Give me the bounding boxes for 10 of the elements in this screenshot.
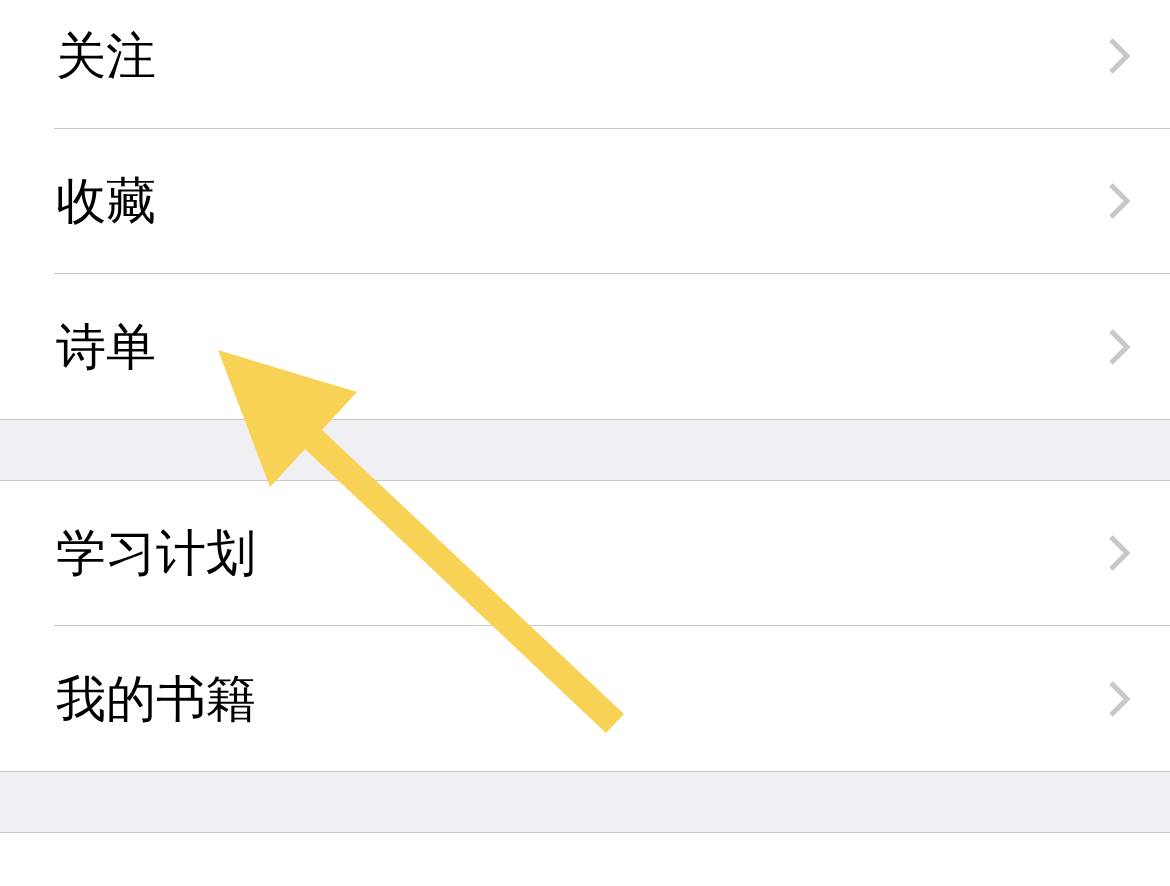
row-label: 学习计划 — [55, 528, 256, 578]
row-label: 我的书籍 — [55, 673, 256, 724]
chevron-right-icon — [1108, 679, 1130, 718]
row-label: 关注 — [55, 31, 156, 81]
chevron-right-icon — [1108, 534, 1130, 572]
chevron-right-icon — [1108, 327, 1130, 366]
row-label: 收藏 — [55, 176, 156, 226]
row-label: 诗单 — [55, 321, 156, 372]
chevron-right-icon — [1108, 182, 1130, 220]
chevron-right-icon — [1108, 37, 1130, 75]
